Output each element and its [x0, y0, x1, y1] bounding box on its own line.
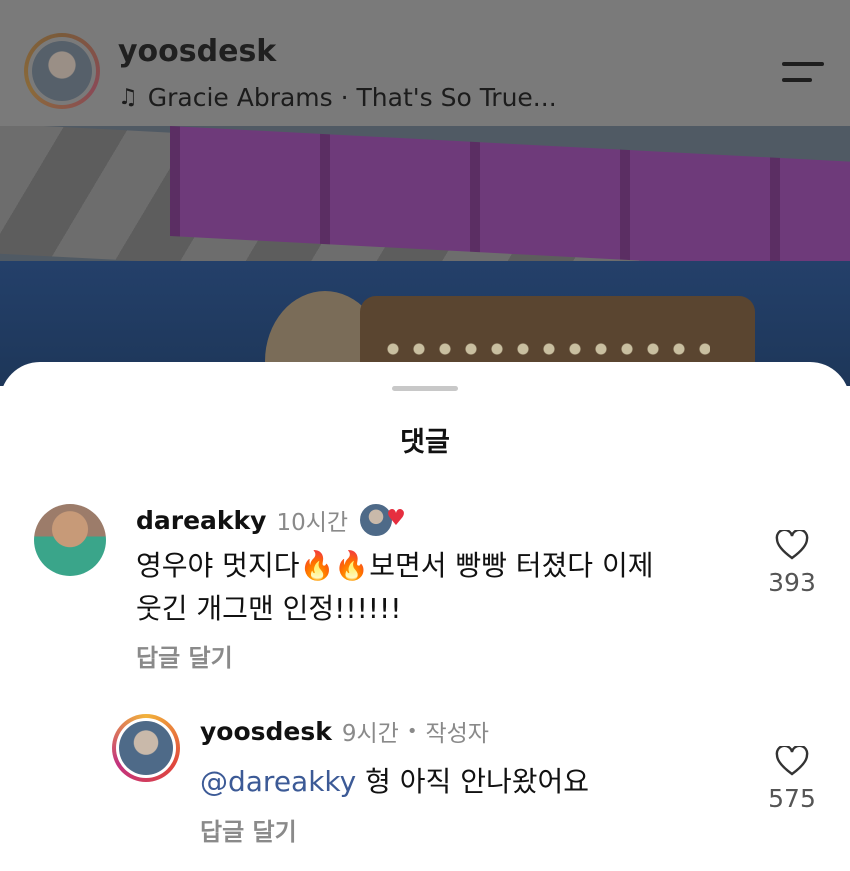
heart-outline-icon — [775, 530, 809, 560]
comment-time: 9시간 — [341, 721, 399, 747]
comment-body: 형 아직 안나왔어요 — [356, 765, 590, 798]
comment-text: 영우야 멋지다🔥🔥보면서 빵빵 터졌다 이제 웃긴 개그맨 인정!!!!!! — [136, 544, 726, 630]
like-count: 393 — [768, 568, 816, 597]
sheet-title: 댓글 — [400, 427, 450, 458]
liked-by-author-badge: ♥ — [358, 502, 410, 538]
drag-handle[interactable] — [392, 386, 458, 391]
author-username[interactable]: yoosdesk — [118, 34, 276, 69]
comment-time: 10시간 — [276, 510, 349, 536]
reply-button[interactable]: 답글 달기 — [136, 638, 233, 673]
like-button[interactable]: 393 — [762, 530, 822, 597]
music-title: Gracie Abrams · That's So True... — [147, 83, 557, 112]
comment-text-line: 영우야 멋지다🔥🔥보면서 빵빵 터졌다 이제 — [136, 549, 654, 582]
comment-username[interactable]: dareakky — [136, 506, 266, 535]
comment-text-line: 웃긴 개그맨 인정!!!!!! — [136, 592, 402, 625]
comments-sheet: 댓글 dareakky 10시간 ♥ 영우야 멋지다🔥🔥보면서 빵빵 터졌다 이… — [0, 362, 850, 871]
comment-username[interactable]: yoosdesk — [200, 717, 332, 746]
post-header: yoosdesk ♫ Gracie Abrams · That's So Tru… — [0, 0, 850, 126]
reply-button[interactable]: 답글 달기 — [200, 812, 297, 847]
comment-meta: yoosdesk 9시간 • 작성자 — [200, 714, 489, 748]
author-avatar[interactable] — [24, 33, 100, 109]
like-count: 575 — [768, 784, 816, 813]
author-badge: 작성자 — [425, 721, 489, 747]
like-button[interactable]: 575 — [762, 746, 822, 813]
reel-video — [0, 126, 850, 386]
comment-text: @dareakky 형 아직 안나왔어요 — [200, 760, 720, 803]
music-info[interactable]: ♫ Gracie Abrams · That's So True... — [118, 83, 557, 112]
heart-icon: ♥ — [386, 506, 406, 531]
commenter-avatar[interactable] — [34, 504, 106, 576]
meta-separator: • — [406, 720, 418, 742]
commenter-avatar[interactable] — [112, 714, 180, 782]
comment-meta: dareakky 10시간 ♥ — [136, 502, 410, 538]
menu-icon[interactable] — [782, 60, 826, 86]
mention-link[interactable]: @dareakky — [200, 765, 356, 798]
heart-outline-icon — [775, 746, 809, 776]
music-note-icon: ♫ — [118, 85, 138, 110]
